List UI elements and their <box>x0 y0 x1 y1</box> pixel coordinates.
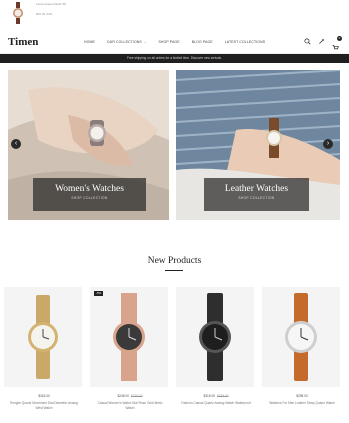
nav-item-home[interactable]: HOME <box>84 40 95 44</box>
product-name[interactable]: Casual Women's Watch Dial Rose Gold Mesh… <box>90 401 170 411</box>
cart-preview-thumbnail[interactable] <box>8 2 28 24</box>
product-name[interactable]: Ronglei Quartz Movement Dial Diameter An… <box>4 401 84 411</box>
product-card[interactable]: $298.00 Watches For Men Leather Strap Qu… <box>262 287 342 406</box>
slide-caption: Leather Watches SHOP COLLECTION <box>204 178 309 211</box>
chevron-left-icon: ‹ <box>14 140 18 147</box>
hero-slider: Women's Watches SHOP COLLECTION Leather … <box>0 70 349 222</box>
product-price: $315.00 $335.00 <box>203 394 229 398</box>
cart-button[interactable]: 0 <box>332 36 342 50</box>
watch-image <box>262 287 340 387</box>
slide-title: Leather Watches <box>224 184 289 194</box>
cart-preview-strip: Lorem Ipsum Dolor Sit $00.00 USD <box>0 0 349 28</box>
nav-item-our-collections[interactable]: OUR COLLECTIONS ⌄ <box>107 40 147 44</box>
chevron-down-icon: ⌄ <box>143 40 147 44</box>
product-card[interactable]: $315.00 $335.00 Fashion Casual Quartz Ana… <box>176 287 256 406</box>
slider-prev-button[interactable]: ‹ <box>11 139 21 149</box>
search-icon[interactable] <box>304 38 311 45</box>
slide-cta-link[interactable]: SHOP COLLECTION <box>33 196 146 200</box>
cart-preview-name: Lorem Ipsum Dolor Sit <box>36 2 66 6</box>
slider-next-button[interactable]: › <box>323 139 333 149</box>
product-price: $298.00 <box>296 394 308 398</box>
nav-item-shop-page[interactable]: SHOP PAGE <box>158 40 179 44</box>
product-card[interactable]: $315.00 Ronglei Quartz Movement Dial Dia… <box>4 287 84 411</box>
slide-womens-watches[interactable]: Women's Watches SHOP COLLECTION <box>8 70 169 220</box>
nav-item-latest-collections[interactable]: LATEST COLLECTIONS <box>225 40 265 44</box>
slide-title: Women's Watches <box>55 184 124 194</box>
section-divider <box>165 270 183 271</box>
product-name[interactable]: Watches For Men Leather Strap Quartz Wat… <box>262 401 342 406</box>
product-grid: $315.00 Ronglei Quartz Movement Dial Dia… <box>4 287 345 419</box>
watch-image <box>4 287 82 387</box>
product-image[interactable] <box>262 287 340 387</box>
main-nav: HOME OUR COLLECTIONS ⌄ SHOP PAGE BLOG PAG… <box>84 40 277 44</box>
section-title: New Products <box>147 256 202 266</box>
site-header: Timen HOME OUR COLLECTIONS ⌄ SHOP PAGE BL… <box>0 30 349 54</box>
nav-item-blog-page[interactable]: BLOG PAGE <box>192 40 213 44</box>
announcement-bar: Free shipping on all orders for a limite… <box>0 54 349 63</box>
slide-leather-watches[interactable]: Leather Watches SHOP COLLECTION <box>176 70 340 220</box>
chevron-right-icon: › <box>326 140 330 147</box>
slide-caption: Women's Watches SHOP COLLECTION <box>33 178 146 211</box>
cart-preview-price: $00.00 USD <box>36 12 53 16</box>
header-icons: 0 <box>304 36 342 50</box>
product-name[interactable]: Fashion Casual Quartz Analog Watch Water… <box>176 401 256 406</box>
site-logo[interactable]: Timen <box>8 36 38 48</box>
cart-count-badge: 0 <box>337 36 342 41</box>
product-image[interactable]: -5% <box>90 287 168 387</box>
wishlist-icon[interactable] <box>318 38 325 45</box>
product-price: $248.00 $275.00 <box>117 394 143 398</box>
watch-image <box>90 287 168 387</box>
cart-icon <box>332 45 339 50</box>
product-card[interactable]: -5% $248.00 $275.00 Casual Women's Watch … <box>90 287 170 411</box>
slide-cta-link[interactable]: SHOP COLLECTION <box>204 196 309 200</box>
product-image[interactable] <box>4 287 82 387</box>
watch-image <box>176 287 254 387</box>
product-price: $315.00 <box>38 394 50 398</box>
product-image[interactable] <box>176 287 254 387</box>
discount-badge: -5% <box>94 291 104 296</box>
